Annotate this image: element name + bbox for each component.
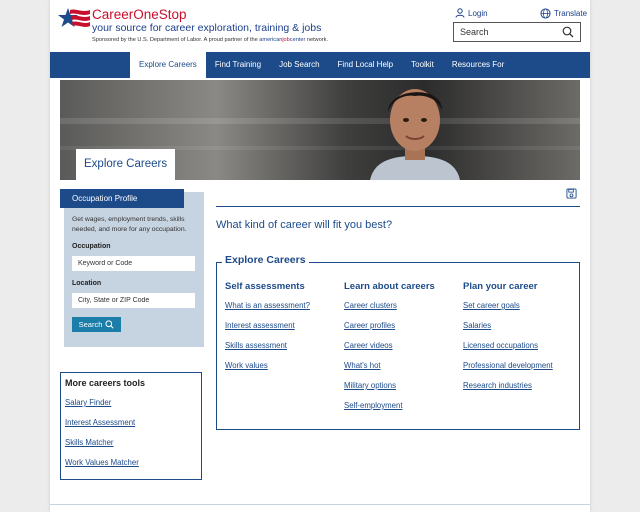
footer-divider [50,504,590,505]
translate-label: Translate [554,9,588,18]
link-professional-development[interactable]: Professional development [463,360,553,380]
explore-careers-title: Explore Careers [222,254,309,266]
link-set-career-goals[interactable]: Set career goals [463,300,553,320]
link-self-employment[interactable]: Self-employment [344,400,435,420]
occupation-search-label: Search [78,320,103,329]
nav-job-search[interactable]: Job Search [270,52,328,78]
login-link[interactable]: Login [455,8,488,18]
nav-resources-for[interactable]: Resources For [443,52,513,78]
ajc-link[interactable]: americanjobcenter [259,37,305,43]
save-icon[interactable] [566,188,577,199]
occupation-search-button[interactable]: Search [72,317,121,332]
sponsor-prefix: Sponsored by the U.S. Department of Labo… [92,37,260,43]
nav-toolkit[interactable]: Toolkit [402,52,443,78]
tool-link-salary-finder[interactable]: Salary Finder [65,398,111,407]
hero-banner: Explore Careers [60,80,580,180]
more-tools-title: More careers tools [65,378,146,388]
more-tools-box: More careers tools Salary Finder Interes… [60,372,202,480]
occupation-label: Occupation [72,243,111,250]
ajc-part-b: job [282,37,290,43]
column-heading: Plan your career [463,281,538,292]
ajc-part-c: center [289,37,306,43]
occupation-profile-tab: Occupation Profile [60,189,184,208]
career-fit-question: What kind of career will fit you best? [216,219,393,231]
brand-tagline: your source for career exploration, trai… [92,22,322,34]
flag-star-logo-icon[interactable] [58,6,92,34]
tool-link-interest-assessment[interactable]: Interest Assessment [65,418,135,427]
occupation-input[interactable] [72,256,195,271]
occupation-profile-description: Get wages, employment trends, skills nee… [72,216,187,233]
column-learn-about-careers: Learn about careers Career clusters Care… [344,281,435,420]
search-icon[interactable] [562,26,574,38]
link-career-profiles[interactable]: Career profiles [344,320,435,340]
page: CareerOneStop your source for career exp… [50,0,590,512]
link-interest-assessment[interactable]: Interest assessment [225,320,310,340]
link-career-clusters[interactable]: Career clusters [344,300,435,320]
link-skills-assessment[interactable]: Skills assessment [225,340,310,360]
link-research-industries[interactable]: Research industries [463,380,553,400]
link-military-options[interactable]: Military options [344,380,435,400]
location-input[interactable] [72,293,195,308]
link-licensed-occupations[interactable]: Licensed occupations [463,340,553,360]
nav-find-training[interactable]: Find Training [206,52,270,78]
sponsor-text: Sponsored by the U.S. Department of Labo… [92,37,328,43]
user-icon [455,8,465,18]
nav-explore-careers[interactable]: Explore Careers [130,52,206,78]
link-work-values[interactable]: Work values [225,360,310,380]
link-what-is-assessment[interactable]: What is an assessment? [225,300,310,320]
location-label: Location [72,280,102,287]
brand-name[interactable]: CareerOneStop [92,7,187,22]
nav-find-local-help[interactable]: Find Local Help [329,52,403,78]
hero-label: Explore Careers [76,149,176,180]
translate-link[interactable]: Translate [540,8,587,19]
link-career-videos[interactable]: Career videos [344,340,435,360]
ajc-part-a: american [259,37,283,43]
tool-link-work-values-matcher[interactable]: Work Values Matcher [65,458,139,467]
link-salaries[interactable]: Salaries [463,320,553,340]
site-search [453,22,581,42]
search-input[interactable] [454,27,566,37]
column-heading: Self assessments [225,281,305,292]
globe-icon [540,8,551,19]
search-icon [105,320,114,329]
tool-link-skills-matcher[interactable]: Skills Matcher [65,438,114,447]
login-label: Login [468,8,488,18]
hero-person-photo [370,89,460,180]
column-plan-your-career: Plan your career Set career goals Salari… [463,281,553,400]
divider [216,206,580,207]
link-whats-hot[interactable]: What's hot [344,360,435,380]
column-self-assessments: Self assessments What is an assessment? … [225,281,310,380]
main-nav: Explore Careers Find Training Job Search… [50,52,590,78]
hero-background-shelf [60,118,580,124]
column-heading: Learn about careers [344,281,435,292]
sponsor-suffix: network. [305,37,329,43]
